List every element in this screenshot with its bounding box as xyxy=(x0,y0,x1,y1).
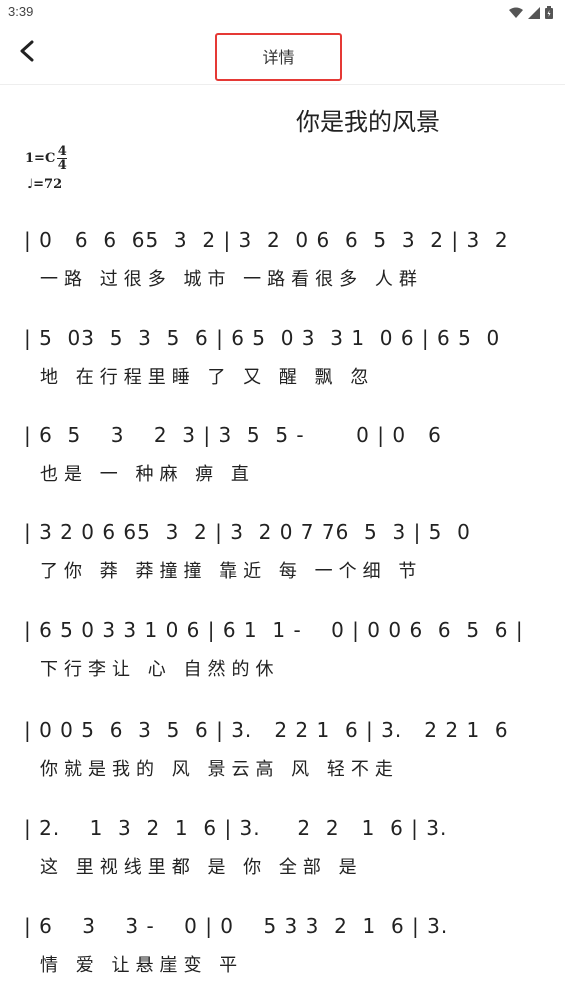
lyrics-line: 一路 过很多 城市 一路看很多 人群 xyxy=(40,269,423,290)
time-sig-top: 4 xyxy=(57,144,67,159)
lyrics-line: 下行李让 心 自然的休 xyxy=(40,659,280,680)
notes-line: | 3 2 0 6 65 3 2 | 3 2 0 7 76 5 3 | 5 0 xyxy=(24,520,471,544)
notes-line: | 2. 1 3 2 1 6 | 3. 2 2 1 6 | 3. xyxy=(24,816,448,840)
page-title: 详情 xyxy=(262,48,295,67)
back-button[interactable] xyxy=(10,36,44,70)
notes-line: | 0 6 6 65 3 2 | 3 2 0 6 6 5 3 2 | 3 2 xyxy=(24,228,509,252)
score-row: | 6 3 3 - 0 | 0 5 3 3 2 1 6 | 3. 情 爱 让悬崖… xyxy=(0,906,565,996)
tempo-marking: ♩=72 xyxy=(27,177,63,192)
time-signature: 4 4 xyxy=(57,144,68,173)
score-row: | 0 6 6 65 3 2 | 3 2 0 6 6 5 3 2 | 3 2 一… xyxy=(0,220,565,310)
lyrics-line: 地 在行程里睡 了 又 醒 飘 忽 xyxy=(40,367,375,388)
lyrics-line: 你就是我的 风 景云高 风 轻不走 xyxy=(40,759,399,780)
lyrics-line: 了你 莽 莽撞撞 靠近 每 一个细 节 xyxy=(40,561,423,582)
wifi-icon xyxy=(509,4,523,23)
song-title: 你是我的风景 xyxy=(296,108,440,136)
lyrics-line: 情 爱 让悬崖变 平 xyxy=(40,955,244,976)
notes-line: | 6 5 3 2 3 | 3 5 5 - 0 | 0 6 xyxy=(24,423,442,447)
battery-icon xyxy=(545,4,553,23)
score-row: | 6 5 0 3 3 1 0 6 | 6 1 1 - 0 | 0 0 6 6 … xyxy=(0,610,565,700)
app-bar: 详情 xyxy=(0,24,565,85)
lyrics-line: 这 里视线里都 是 你 全部 是 xyxy=(40,857,363,878)
key-signature: 1=C 4 4 xyxy=(25,144,68,173)
score-row: | 2. 1 3 2 1 6 | 3. 2 2 1 6 | 3. 这 里视线里都… xyxy=(0,808,565,898)
page-title-box: 详情 xyxy=(215,33,342,81)
status-time: 3:39 xyxy=(8,4,34,19)
notes-line: | 0 0 5 6 3 5 6 | 3. 2 2 1 6 | 3. 2 2 1 … xyxy=(24,718,509,742)
notes-line: | 5 03 5 3 5 6 | 6 5 0 3 3 1 0 6 | 6 5 0 xyxy=(24,326,501,350)
score-row: | 0 0 5 6 3 5 6 | 3. 2 2 1 6 | 3. 2 2 1 … xyxy=(0,710,565,800)
score-row: | 6 5 3 2 3 | 3 5 5 - 0 | 0 6 也是 一 种麻 痹 … xyxy=(0,415,565,505)
lyrics-line: 也是 一 种麻 痹 直 xyxy=(40,464,255,485)
status-bar: 3:39 xyxy=(0,0,565,24)
status-icons xyxy=(509,4,553,23)
score-row: | 3 2 0 6 65 3 2 | 3 2 0 7 76 5 3 | 5 0 … xyxy=(0,512,565,602)
score-row: | 5 03 5 3 5 6 | 6 5 0 3 3 1 0 6 | 6 5 0… xyxy=(0,318,565,408)
chevron-left-icon xyxy=(17,40,37,66)
time-sig-bottom: 4 xyxy=(57,158,67,173)
key-label: 1=C xyxy=(25,151,56,166)
notes-line: | 6 3 3 - 0 | 0 5 3 3 2 1 6 | 3. xyxy=(24,914,449,938)
notes-line: | 6 5 0 3 3 1 0 6 | 6 1 1 - 0 | 0 0 6 6 … xyxy=(24,618,524,642)
signal-icon xyxy=(528,4,540,23)
